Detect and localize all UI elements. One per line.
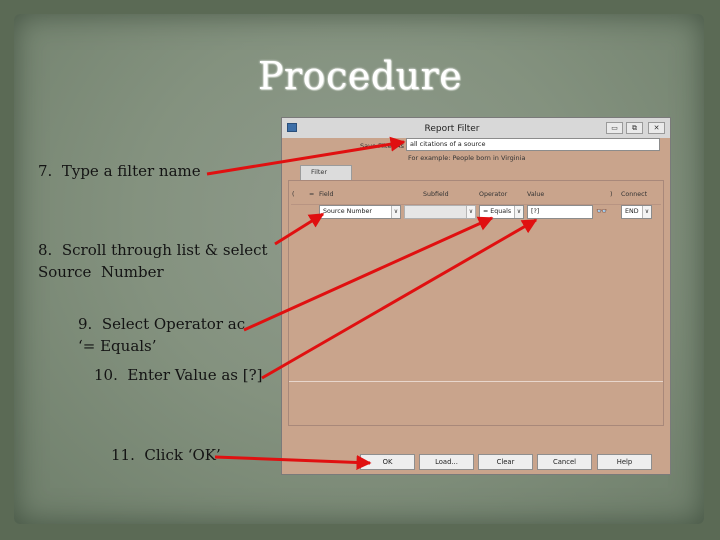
- arrow-step-9: [243, 216, 494, 332]
- arrow-step-11: [214, 454, 372, 470]
- arrow-step-10: [261, 218, 538, 380]
- slide: Procedure 7. Type a filter name 8. Scrol…: [0, 0, 720, 540]
- arrow-step-7: [206, 136, 406, 176]
- callout-arrows: [206, 136, 538, 470]
- arrow-step-8: [274, 212, 325, 246]
